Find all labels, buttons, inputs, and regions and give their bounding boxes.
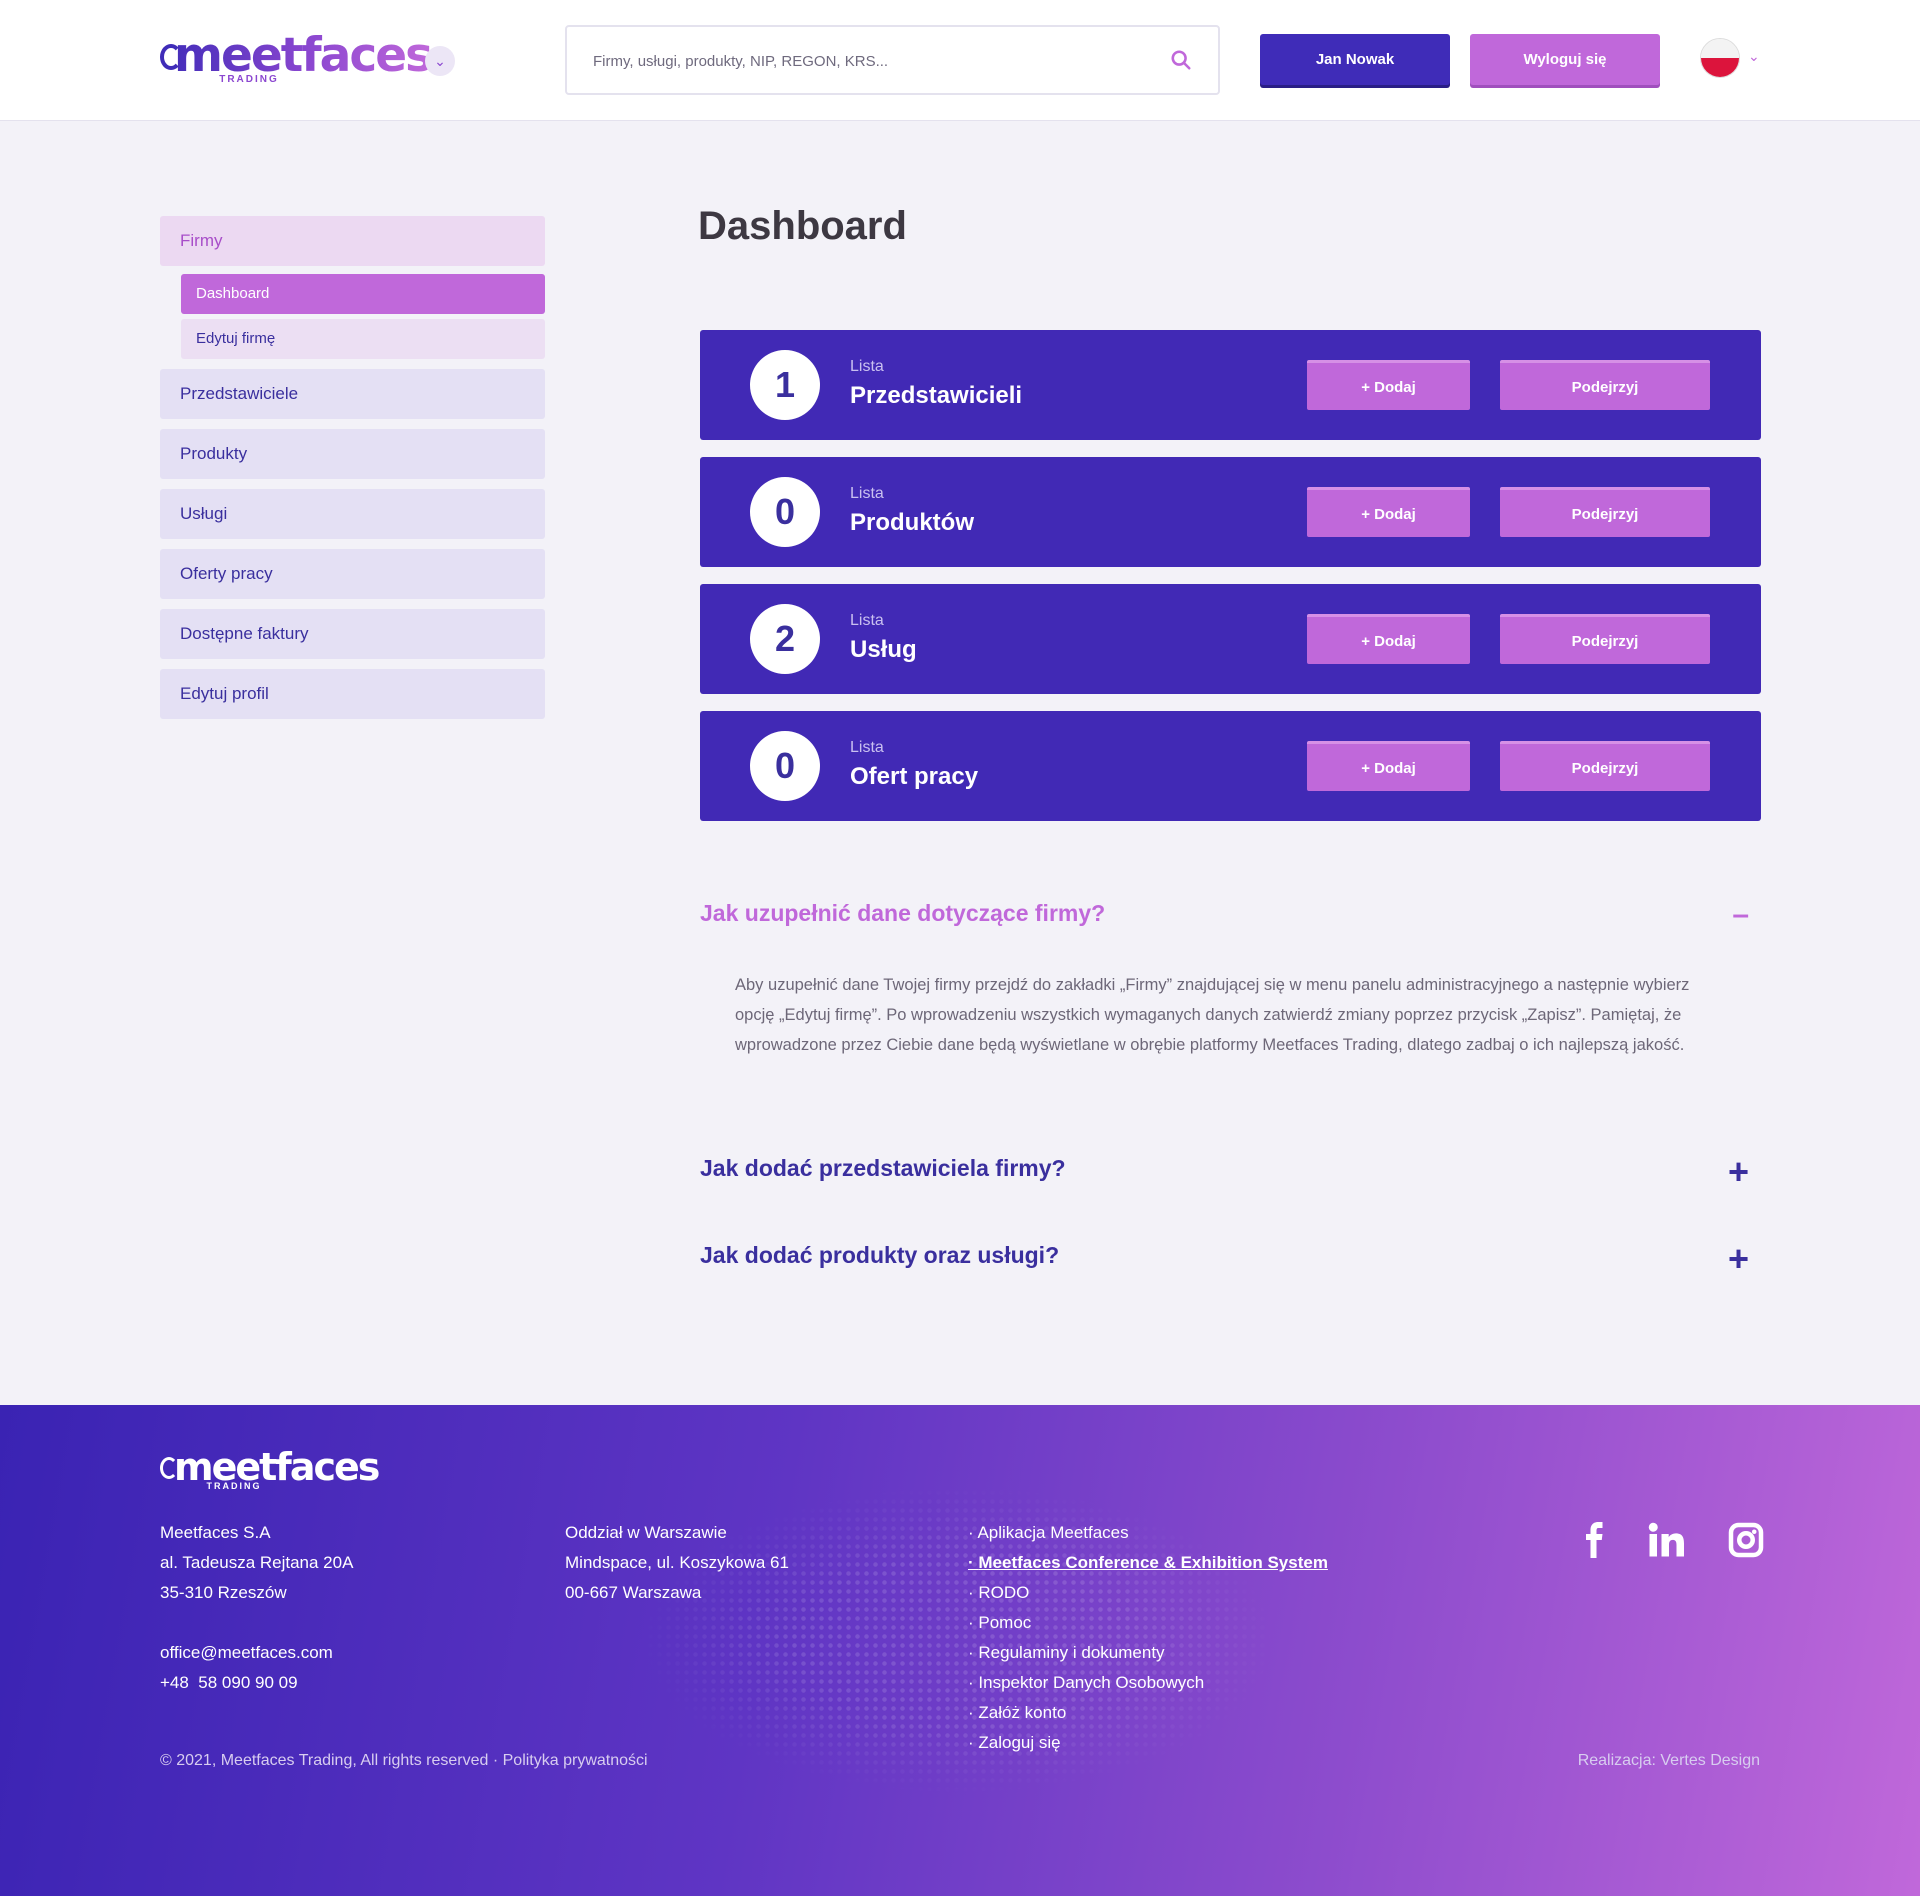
expand-icon[interactable]: + xyxy=(1728,1238,1749,1280)
footer-link[interactable]: Regulaminy i dokumenty xyxy=(968,1638,1328,1668)
faq-answer: Aby uzupełnić dane Twojej firmy przejdź … xyxy=(735,976,1690,1054)
card-job-offers: 0 Lista Ofert pracy + Dodaj Podejrzyj xyxy=(700,711,1761,821)
credit-link[interactable]: Realizacja: Vertes Design xyxy=(1578,1752,1760,1770)
logo[interactable]: meetfaces TRADING xyxy=(160,30,431,90)
card-title: Ofert pracy xyxy=(850,763,979,790)
view-services-button[interactable]: Podejrzyj xyxy=(1500,614,1710,664)
instagram-icon[interactable] xyxy=(1728,1522,1764,1558)
expand-icon[interactable]: + xyxy=(1728,1151,1749,1193)
polish-flag-icon[interactable] xyxy=(1700,38,1740,78)
footer-link[interactable]: Aplikacja Meetfaces xyxy=(968,1518,1328,1548)
view-job-offers-button[interactable]: Podejrzyj xyxy=(1500,741,1710,791)
sidebar-item-representatives[interactable]: Przedstawiciele xyxy=(160,369,545,419)
sidebar-subitem-edit-company[interactable]: Edytuj firmę xyxy=(181,319,545,359)
add-service-button[interactable]: + Dodaj xyxy=(1307,614,1470,664)
footer-links: Aplikacja Meetfaces Meetfaces Conference… xyxy=(968,1518,1328,1758)
card-products: 0 Lista Produktów + Dodaj Podejrzyj xyxy=(700,457,1761,567)
sidebar-item-services[interactable]: Usługi xyxy=(160,489,545,539)
sidebar-item-invoices[interactable]: Dostępne faktury xyxy=(160,609,545,659)
card-kicker: Lista xyxy=(850,485,884,502)
add-representative-button[interactable]: + Dodaj xyxy=(1307,360,1470,410)
add-product-button[interactable]: + Dodaj xyxy=(1307,487,1470,537)
sidebar: Firmy Dashboard Edytuj firmę Przedstawic… xyxy=(160,216,545,729)
user-button[interactable]: Jan Nowak xyxy=(1260,34,1450,85)
footer-link[interactable]: Pomoc xyxy=(968,1608,1328,1638)
logout-button[interactable]: Wyloguj się xyxy=(1470,34,1660,85)
card-title: Przedstawicieli xyxy=(850,382,1023,409)
footer-email[interactable]: office@meetfaces.com xyxy=(160,1638,353,1668)
footer: meetfaces TRADING Meetfaces S.A al. Tade… xyxy=(0,1405,1920,1896)
faq-question[interactable]: Jak dodać produkty oraz usługi? + xyxy=(700,1238,1761,1282)
search-input[interactable] xyxy=(593,47,1133,75)
card-kicker: Lista xyxy=(850,612,884,629)
card-representatives: 1 Lista Przedstawicieli + Dodaj Podejrzy… xyxy=(700,330,1761,440)
footer-link[interactable]: Załóż konto xyxy=(968,1698,1328,1728)
sidebar-item-edit-profile[interactable]: Edytuj profil xyxy=(160,669,545,719)
footer-link[interactable]: Meetfaces Conference & Exhibition System xyxy=(968,1548,1328,1578)
linkedin-icon[interactable] xyxy=(1648,1522,1684,1558)
card-count: 0 xyxy=(750,731,820,801)
card-count: 1 xyxy=(750,350,820,420)
view-representatives-button[interactable]: Podejrzyj xyxy=(1500,360,1710,410)
header: meetfaces TRADING ⌄ Jan Nowak Wyloguj si… xyxy=(0,0,1920,121)
card-kicker: Lista xyxy=(850,739,884,756)
search-icon[interactable] xyxy=(1170,49,1192,71)
page-title: Dashboard xyxy=(698,204,907,248)
footer-logo[interactable]: meetfaces TRADING xyxy=(160,1445,380,1491)
sidebar-submenu: Dashboard Edytuj firmę xyxy=(181,274,545,359)
faq-question[interactable]: Jak dodać przedstawiciela firmy? + xyxy=(700,1151,1761,1195)
card-services: 2 Lista Usług + Dodaj Podejrzyj xyxy=(700,584,1761,694)
footer-phone[interactable]: +48 58 090 90 09 xyxy=(160,1668,353,1698)
card-count: 2 xyxy=(750,604,820,674)
faq-question-text: Jak dodać produkty oraz usługi? xyxy=(700,1242,1060,1268)
card-kicker: Lista xyxy=(850,358,884,375)
view-products-button[interactable]: Podejrzyj xyxy=(1500,487,1710,537)
card-title: Usług xyxy=(850,636,917,663)
sidebar-item-firmy[interactable]: Firmy xyxy=(160,216,545,266)
card-count: 0 xyxy=(750,477,820,547)
card-title: Produktów xyxy=(850,509,974,536)
footer-link[interactable]: Zaloguj się xyxy=(968,1728,1328,1758)
footer-company-info: Meetfaces S.A al. Tadeusza Rejtana 20A 3… xyxy=(160,1518,353,1698)
search-box xyxy=(565,25,1220,95)
dashboard-cards: 1 Lista Przedstawicieli + Dodaj Podejrzy… xyxy=(700,330,1761,838)
chevron-down-icon[interactable]: ⌄ xyxy=(425,46,455,76)
sidebar-item-products[interactable]: Produkty xyxy=(160,429,545,479)
add-job-offer-button[interactable]: + Dodaj xyxy=(1307,741,1470,791)
facebook-icon[interactable] xyxy=(1577,1522,1613,1558)
logo-subtitle: TRADING xyxy=(219,74,279,85)
copyright: © 2021, Meetfaces Trading, All rights re… xyxy=(160,1752,648,1769)
footer-link[interactable]: RODO xyxy=(968,1578,1328,1608)
footer-branch-info: Oddział w Warszawie Mindspace, ul. Koszy… xyxy=(565,1523,789,1602)
footer-link[interactable]: Inspektor Danych Osobowych xyxy=(968,1668,1328,1698)
sidebar-subitem-dashboard[interactable]: Dashboard xyxy=(181,274,545,314)
sidebar-item-job-offers[interactable]: Oferty pracy xyxy=(160,549,545,599)
faq-question-text: Jak dodać przedstawiciela firmy? xyxy=(700,1155,1066,1181)
chevron-down-icon[interactable]: ⌄ xyxy=(1748,48,1760,65)
